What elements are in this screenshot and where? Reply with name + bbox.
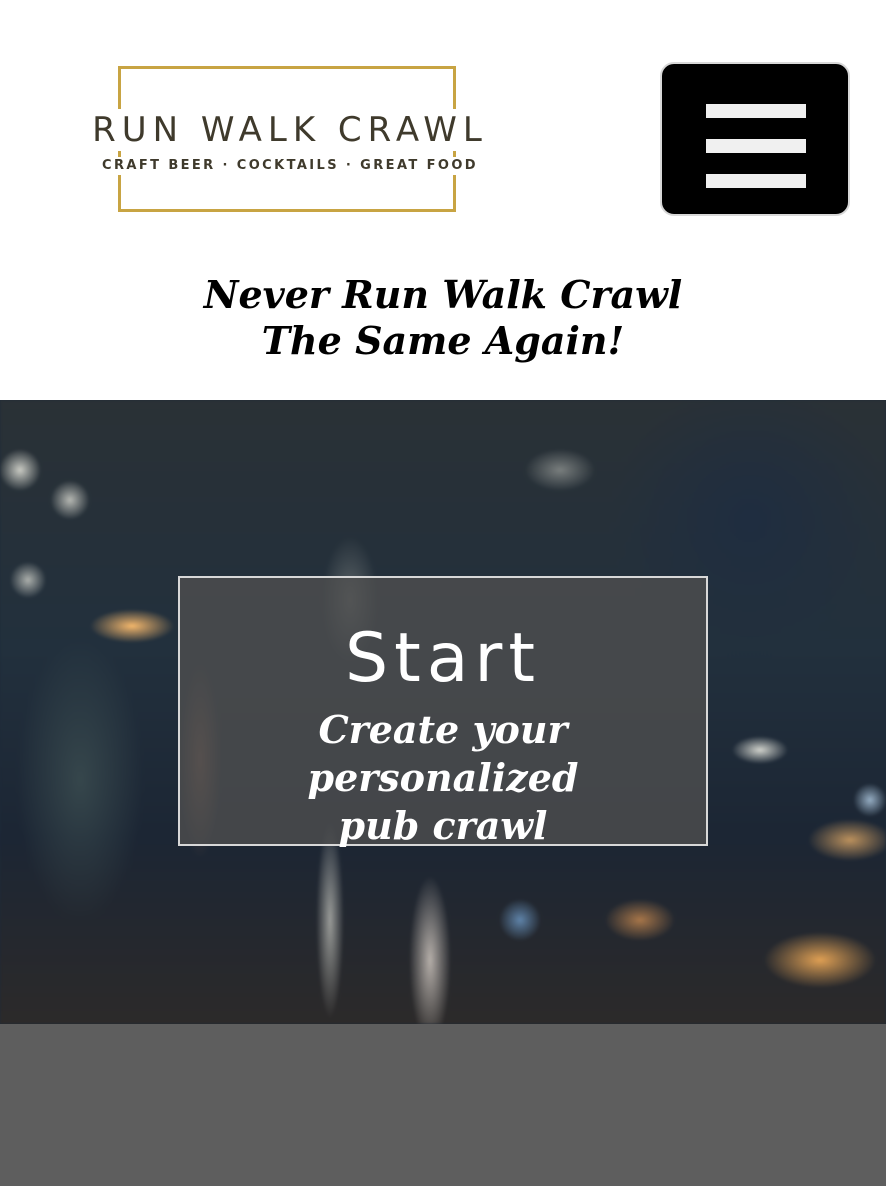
logo-subtitle: CRAFT BEER · COCKTAILS · GREAT FOOD <box>83 157 497 175</box>
start-card-button[interactable]: Start Create your personalized pub crawl <box>178 576 708 848</box>
menu-bar-bottom <box>706 174 806 188</box>
footer-band <box>0 1024 886 1186</box>
start-title: Start <box>344 619 542 698</box>
logo-title: RUN WALK CRAWL <box>67 109 513 151</box>
start-subtitle-line-2: pub crawl <box>338 803 548 848</box>
menu-button[interactable] <box>660 62 850 216</box>
site-logo[interactable]: RUN WALK CRAWL CRAFT BEER · COCKTAILS · … <box>67 66 513 212</box>
hero-section: Start Create your personalized pub crawl <box>0 400 886 1024</box>
tagline-line-2: The Same Again! <box>261 318 625 363</box>
menu-bar-middle <box>706 139 806 153</box>
start-subtitle: Create your personalized pub crawl <box>180 706 706 850</box>
menu-bar-top <box>706 104 806 118</box>
site-header: RUN WALK CRAWL CRAFT BEER · COCKTAILS · … <box>0 0 886 400</box>
start-subtitle-line-1: Create your personalized <box>307 707 579 800</box>
page: RUN WALK CRAWL CRAFT BEER · COCKTAILS · … <box>0 0 886 1186</box>
tagline: Never Run Walk Crawl The Same Again! <box>0 272 886 364</box>
tagline-line-1: Never Run Walk Crawl <box>203 272 683 317</box>
